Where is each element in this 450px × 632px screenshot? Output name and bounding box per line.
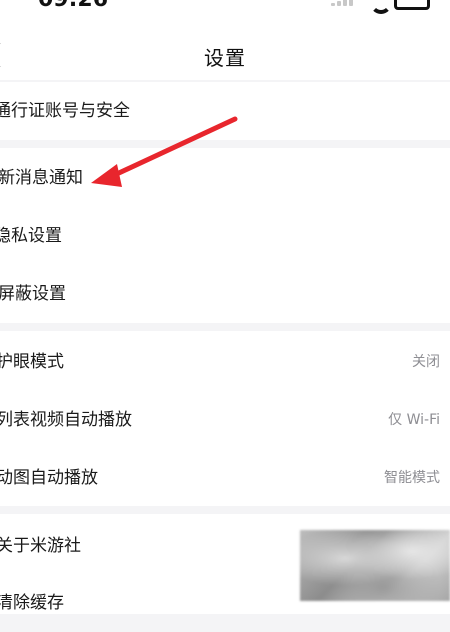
settings-item-label: 新消息通知 <box>0 168 83 188</box>
settings-item-label: 通行证账号与安全 <box>0 101 130 121</box>
settings-item-label: 清除缓存 <box>0 593 64 613</box>
chevron-right-icon <box>443 354 450 371</box>
signal-icon <box>331 0 355 6</box>
chevron-right-icon <box>443 103 450 120</box>
settings-item-value: 关闭 <box>412 354 440 370</box>
settings-item-label: 屏蔽设置 <box>0 284 66 304</box>
settings-group-notifications: 新消息通知 隐私设置 屏蔽设置 <box>0 148 450 323</box>
settings-item-eye-protection[interactable]: 护眼模式 关闭 <box>0 333 450 391</box>
settings-item-label: 护眼模式 <box>0 352 64 372</box>
battery-icon <box>394 0 430 10</box>
settings-item-notifications[interactable]: 新消息通知 <box>0 149 450 207</box>
chevron-right-icon <box>443 170 450 187</box>
settings-item-label: 隐私设置 <box>0 226 62 246</box>
settings-item-label: 关于米游社 <box>0 536 81 556</box>
settings-item-value: 仅 Wi-Fi <box>388 412 440 428</box>
chevron-right-icon <box>443 470 450 487</box>
settings-item-gif-autoplay[interactable]: 动图自动播放 智能模式 <box>0 449 450 507</box>
settings-item-video-autoplay[interactable]: 列表视频自动播放 仅 Wi-Fi <box>0 391 450 449</box>
chevron-right-icon <box>443 412 450 429</box>
status-bar: 09:26 <box>0 0 450 16</box>
settings-item-value: 智能模式 <box>384 470 440 486</box>
settings-group-display: 护眼模式 关闭 列表视频自动播放 仅 Wi-Fi 动图自动播放 智能模式 <box>0 331 450 506</box>
settings-item-account-security[interactable]: 通行证账号与安全 <box>0 82 450 140</box>
chevron-right-icon <box>443 286 450 303</box>
settings-item-privacy[interactable]: 隐私设置 <box>0 207 450 265</box>
settings-item-label: 列表视频自动播放 <box>0 410 132 430</box>
blurred-image <box>300 530 450 601</box>
nav-bar: 设置 <box>0 16 450 80</box>
wifi-icon <box>370 0 392 14</box>
page-title: 设置 <box>204 46 246 70</box>
chevron-right-icon <box>443 228 450 245</box>
status-time: 09:26 <box>38 0 108 12</box>
settings-item-block[interactable]: 屏蔽设置 <box>0 265 450 323</box>
settings-item-label: 动图自动播放 <box>0 468 98 488</box>
settings-group-account: 通行证账号与安全 <box>0 82 450 140</box>
